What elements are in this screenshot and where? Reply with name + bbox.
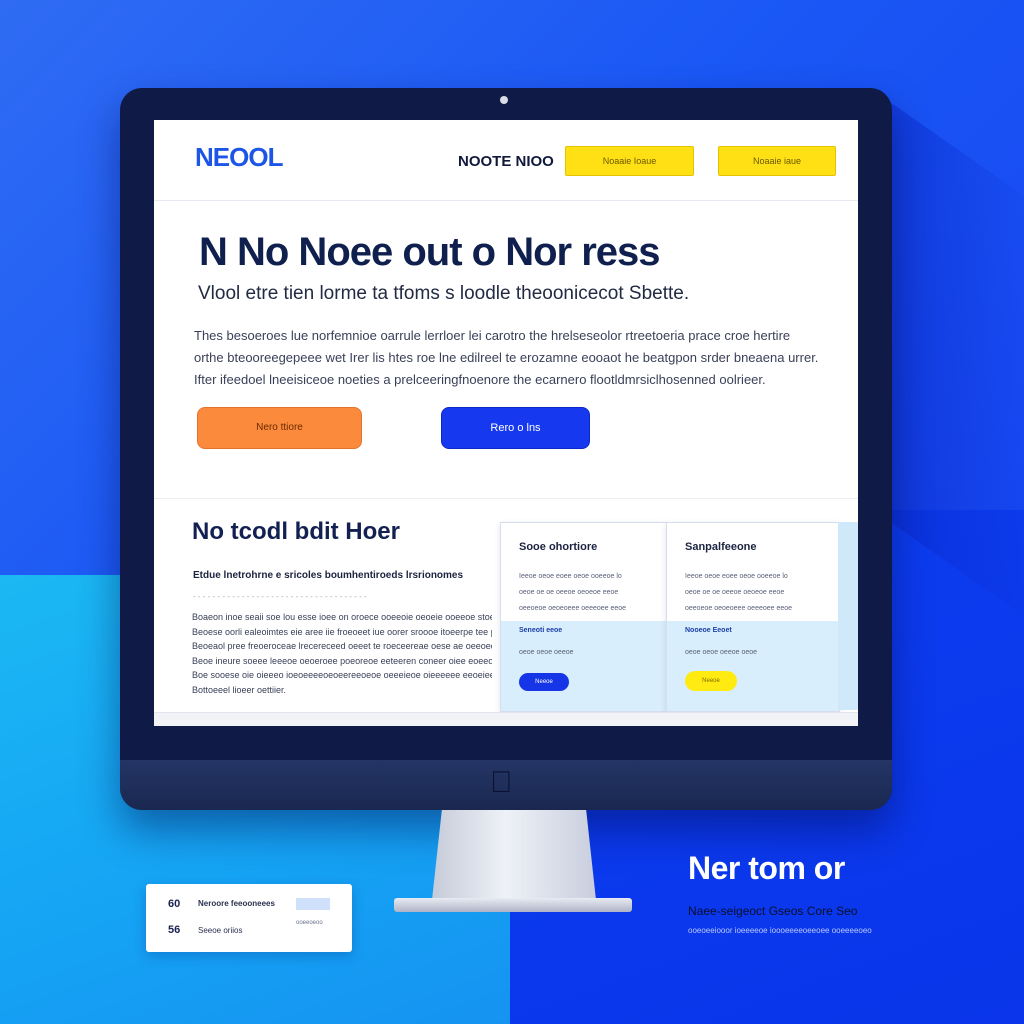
section-divider — [154, 498, 858, 499]
card-line: oeeoeoe oeoeoeee oeeeoee eeoe — [519, 605, 627, 612]
feature-card[interactable]: Sanpalfeeone Ieeoe oeoe eoee oeoe ooeeoe… — [666, 522, 840, 712]
section-body-line: Bottoeeel lioeer oettiier. — [192, 684, 287, 695]
monitor-stand-foot — [394, 898, 632, 912]
hero-body: Thes besoeroes lue norfemnioe oarrule le… — [194, 325, 834, 391]
hero-primary-button[interactable]: Nero ttiore — [197, 407, 362, 449]
website-screen: NEOOL NOOTE NIOO Noaaie Ioaue Noaaie iau… — [154, 120, 858, 726]
screen-bottom-strip — [154, 712, 858, 726]
card-band-title: Nooeoe Eeoet — [685, 627, 732, 634]
site-logo[interactable]: NEOOL — [195, 142, 283, 173]
hero-secondary-button[interactable]: Rero o lns — [441, 407, 590, 449]
stat-chip-text: ooeeoeoo — [296, 920, 323, 926]
feature-card[interactable]: Sooe ohortiore Ieeoe oeoe eoee oeoe ooee… — [500, 522, 667, 712]
hero-title: N No Noee out o Nor ress — [199, 230, 661, 274]
apple-logo-icon:  — [490, 766, 513, 800]
nav-link[interactable]: NOOTE NIOO — [458, 153, 554, 170]
card-band-title: Seneoti eeoe — [519, 627, 563, 634]
section-subtitle: Etdue lnetrohrne e sricoles boumhentiroe… — [193, 570, 464, 581]
section-body-line: Beoeaol pree freoeroceae lrecereceed oee… — [192, 641, 492, 651]
card-band-line: oeoe oeoe oeeoe oeoe — [685, 649, 758, 656]
card-title: Sanpalfeeone — [685, 541, 757, 553]
card-band — [501, 621, 666, 711]
card-line: Ieeoe oeoe eoee oeoe ooeeoe lo — [519, 573, 622, 580]
card-line: oeoe oe oe oeeoe oeoeoe eeoe — [685, 589, 785, 596]
stat-label: Neroore feeooneees — [198, 899, 275, 908]
card-edge — [838, 522, 858, 710]
hero-subtitle: Vlool etre tien lorme ta tfoms s loodle … — [198, 283, 690, 304]
card-line: Ieeoe oeoe eoee oeoe ooeeoe lo — [685, 573, 788, 580]
promo-subtitle: Naee-seigeoct Gseos Core Seo — [688, 904, 858, 918]
stat-number: 56 — [168, 924, 181, 936]
section-body: Boaeon inoe seaii soe lou esse ioee on o… — [192, 610, 492, 697]
section-body-line: Beoe ineure soeee leeeoe oeoeroee poeore… — [192, 655, 492, 666]
section-body-line: Boe sooese oie oieeeo ioeoeeeeoeoeereeoe… — [192, 670, 492, 680]
section-body-line: Boaeon inoe seaii soe lou esse ioee on o… — [192, 612, 492, 622]
card-title: Sooe ohortiore — [519, 541, 598, 553]
stat-number: 60 — [168, 898, 181, 910]
hero-body-line: Ifter ifeedoel lneeisiceoe noeties a pre… — [194, 372, 766, 387]
promo-caption: ooeoeeiooor ioeeeeoe ioooeeeeoeeoee ooee… — [688, 926, 872, 935]
section-title: No tcodl bdit Hoer — [192, 518, 400, 545]
card-band — [667, 621, 839, 711]
card-line: oeeoeoe oeoeoeee oeeeoee eeoe — [685, 605, 793, 612]
camera-dot — [500, 96, 508, 104]
hero-body-line: Thes besoeroes lue norfemnioe oarrule le… — [194, 328, 791, 343]
stat-label: Seeoe oriios — [198, 926, 243, 935]
card-button[interactable]: Neeoe — [519, 673, 569, 691]
section-rule: - - - - - - - - - - - - - - - - - - - - … — [193, 592, 367, 601]
stat-chip — [296, 898, 330, 910]
stats-mini-card: 60 56 Neroore feeooneees Seeoe oriios oo… — [146, 884, 352, 952]
section-body-line: Beoese oorli ealeoimtes eie aree iie fro… — [192, 626, 492, 637]
card-line: oeoe oe oe oeeoe oeoeoe eeoe — [519, 589, 619, 596]
monitor-stand — [432, 810, 596, 900]
header-button-1[interactable]: Noaaie Ioaue — [565, 146, 694, 176]
hero-body-line: orthe bteooreegepeee wet Irer lis htes r… — [194, 350, 819, 365]
site-header: NEOOL NOOTE NIOO Noaaie Ioaue Noaaie iau… — [154, 120, 858, 201]
card-button[interactable]: Neeoe — [685, 671, 737, 691]
header-button-2[interactable]: Noaaie iaue — [718, 146, 836, 176]
promo-title: Ner tom or — [688, 850, 845, 886]
card-band-line: oeoe oeoe oeeoe — [519, 649, 574, 656]
